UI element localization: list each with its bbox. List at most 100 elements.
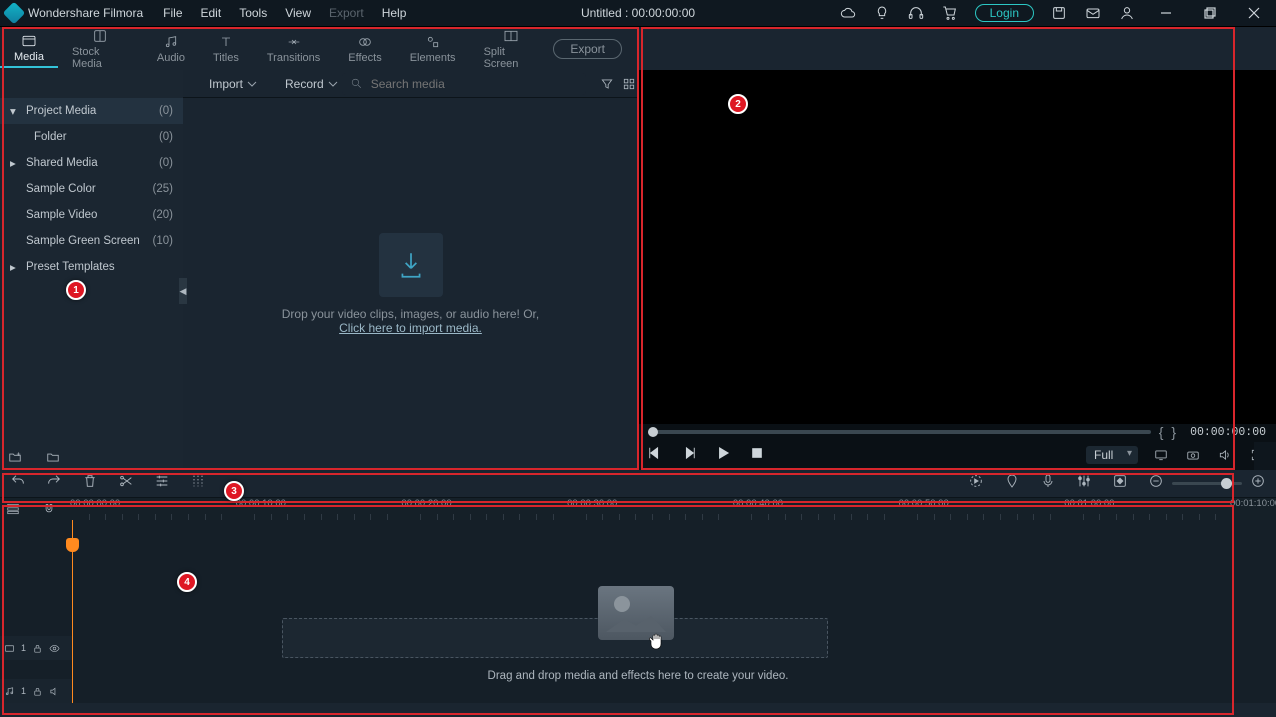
window-minimize[interactable]: [1152, 7, 1180, 19]
lock-icon[interactable]: [32, 686, 43, 697]
badge-1: 1: [66, 280, 86, 300]
save-icon[interactable]: [1050, 4, 1068, 22]
collapse-sidebar-icon[interactable]: ◀: [179, 278, 187, 304]
chevron-down-icon[interactable]: [328, 79, 338, 89]
chevron-down-icon[interactable]: [247, 79, 257, 89]
timeline-panel[interactable]: 1 1 Drag and drop media and effects here…: [0, 520, 1276, 703]
volume-icon[interactable]: [1216, 446, 1234, 464]
new-folder-icon[interactable]: [6, 448, 24, 466]
zoom-slider[interactable]: [1172, 482, 1242, 485]
sidebar-item-count: (0): [159, 157, 173, 169]
eye-icon[interactable]: [49, 643, 60, 654]
step-fwd-icon[interactable]: [682, 446, 696, 465]
ruler-tick-label: 00:01:10:00: [1230, 498, 1276, 509]
timeline-ruler[interactable]: 00:00:00:0000:00:10:0000:00:20:0000:00:3…: [0, 498, 1276, 520]
folder-icon[interactable]: [44, 448, 62, 466]
menu-view[interactable]: View: [285, 6, 311, 20]
tab-elements[interactable]: Elements: [396, 31, 470, 67]
menu-help[interactable]: Help: [382, 6, 407, 20]
zoom-out-icon[interactable]: [1148, 473, 1164, 494]
search-media[interactable]: [342, 73, 586, 95]
delete-icon[interactable]: [82, 473, 98, 494]
ruler-tick-label: 00:00:50:00: [899, 498, 949, 509]
undo-icon[interactable]: [10, 473, 26, 494]
tab-transitions-label: Transitions: [267, 52, 320, 64]
voiceover-icon[interactable]: [1040, 473, 1056, 494]
mark-in[interactable]: {: [1159, 424, 1164, 440]
sidebar-item-sample-video[interactable]: Sample Video(20): [0, 202, 183, 228]
keyframe-icon[interactable]: [1112, 473, 1128, 494]
tab-split-screen[interactable]: Split Screen: [470, 25, 554, 73]
tab-media[interactable]: Media: [0, 30, 58, 68]
sidebar-item-label: Shared Media: [26, 157, 98, 169]
video-track-icon: [4, 643, 15, 654]
timeline-dropzone[interactable]: [282, 618, 828, 658]
title-bar: Wondershare Filmora File Edit Tools View…: [0, 0, 1276, 26]
sidebar-item-preset-templates[interactable]: ▸Preset Templates: [0, 254, 183, 280]
lock-icon[interactable]: [32, 643, 43, 654]
tab-stock-label: Stock Media: [72, 46, 129, 70]
preview-scrub: { } 00:00:00:00: [638, 424, 1276, 440]
tab-audio[interactable]: Audio: [143, 31, 199, 67]
tab-titles[interactable]: Titles: [199, 31, 253, 67]
search-input[interactable]: [369, 76, 578, 92]
edit-icon[interactable]: [154, 473, 170, 494]
support-icon[interactable]: [907, 4, 925, 22]
ruler-tick-label: 00:00:20:00: [401, 498, 451, 509]
import-hint: Drop your video clips, images, or audio …: [282, 307, 539, 321]
audio-track-header[interactable]: 1: [0, 679, 72, 703]
play-icon[interactable]: [716, 446, 730, 465]
menu-edit[interactable]: Edit: [201, 6, 222, 20]
account-icon[interactable]: [1118, 4, 1136, 22]
ruler-tick-label: 00:00:30:00: [567, 498, 617, 509]
cart-icon[interactable]: [941, 4, 959, 22]
step-back-icon[interactable]: [648, 446, 662, 465]
mixer-icon[interactable]: [1076, 473, 1092, 494]
speaker-icon[interactable]: [49, 686, 60, 697]
mark-out[interactable]: }: [1171, 424, 1176, 440]
audio-track-num: 1: [21, 686, 26, 696]
preview-viewport[interactable]: [638, 70, 1276, 424]
stop-icon[interactable]: [750, 446, 764, 465]
grid-view-icon[interactable]: [620, 75, 638, 93]
menu-tools[interactable]: Tools: [239, 6, 267, 20]
tips-icon[interactable]: [873, 4, 891, 22]
sidebar-item-folder[interactable]: Folder(0): [0, 124, 183, 150]
track-manager-icon[interactable]: [4, 500, 22, 518]
sidebar-item-sample-green[interactable]: Sample Green Screen(10): [0, 228, 183, 254]
export-button[interactable]: Export: [553, 39, 622, 59]
window-close[interactable]: [1240, 7, 1268, 19]
app-name: Wondershare Filmora: [28, 6, 143, 20]
adjust-icon[interactable]: [190, 473, 206, 494]
import-link[interactable]: Click here to import media.: [339, 321, 482, 335]
tab-effects[interactable]: Effects: [334, 31, 395, 67]
zoom-in-icon[interactable]: [1250, 473, 1266, 494]
mail-icon[interactable]: [1084, 4, 1102, 22]
scrub-slider[interactable]: [648, 430, 1151, 434]
split-icon[interactable]: [118, 473, 134, 494]
cloud-icon[interactable]: [839, 4, 857, 22]
redo-icon[interactable]: [46, 473, 62, 494]
display-icon[interactable]: [1152, 446, 1170, 464]
tab-stock-media[interactable]: Stock Media: [58, 25, 143, 73]
menu-file[interactable]: File: [163, 6, 182, 20]
filter-icon[interactable]: [598, 75, 616, 93]
marker-icon[interactable]: [1004, 473, 1020, 494]
import-icon[interactable]: [379, 233, 443, 297]
preview-panel: { } 00:00:00:00 Full: [638, 70, 1276, 470]
login-button[interactable]: Login: [975, 4, 1034, 22]
sidebar-item-sample-color[interactable]: Sample Color(25): [0, 176, 183, 202]
tab-audio-label: Audio: [157, 52, 185, 64]
magnet-icon[interactable]: [40, 500, 58, 518]
sidebar-item-shared-media[interactable]: ▸Shared Media(0): [0, 150, 183, 176]
video-track-header[interactable]: 1: [0, 636, 72, 660]
media-drop-area[interactable]: Drop your video clips, images, or audio …: [183, 98, 638, 470]
snapshot-icon[interactable]: [1184, 446, 1202, 464]
quality-dropdown[interactable]: Full: [1086, 446, 1138, 464]
record-dropdown[interactable]: Record: [285, 77, 324, 91]
tab-transitions[interactable]: Transitions: [253, 31, 334, 67]
import-dropdown[interactable]: Import: [209, 77, 243, 91]
render-icon[interactable]: [968, 473, 984, 494]
window-maximize[interactable]: [1196, 7, 1224, 19]
sidebar-item-project-media[interactable]: ▾Project Media(0): [0, 98, 183, 124]
